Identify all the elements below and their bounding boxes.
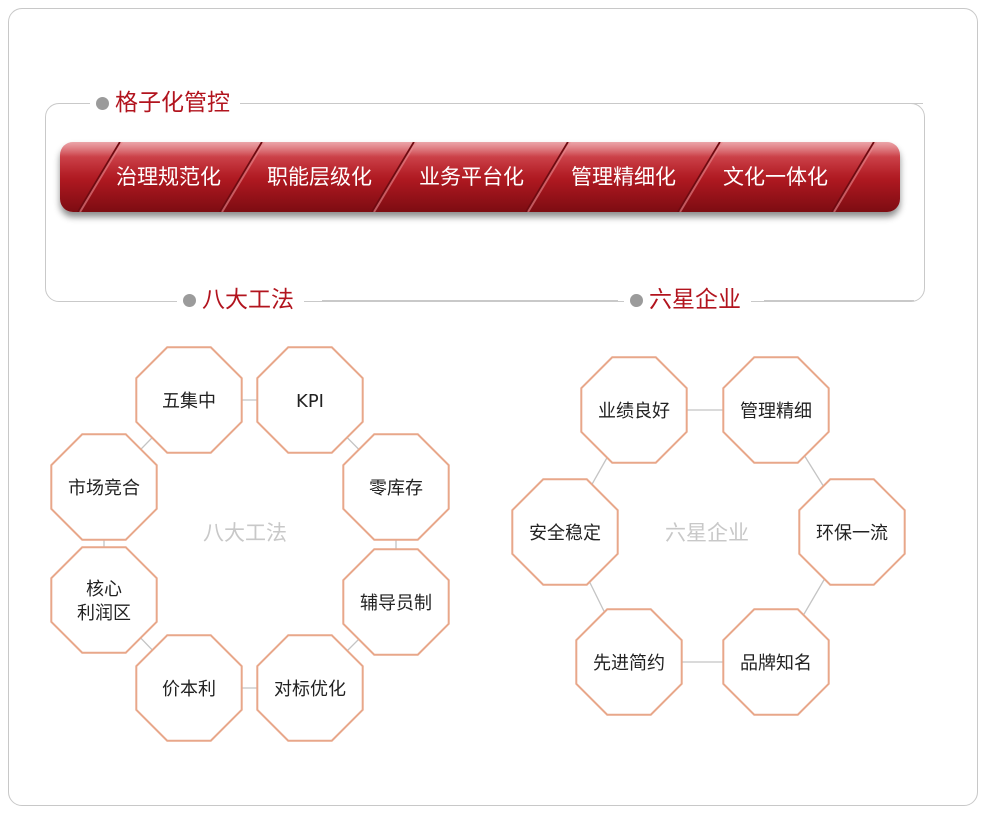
eight-methods-node: 价本利 (135, 634, 243, 742)
eight-methods-node-label: 价本利 (162, 679, 216, 700)
eight-methods-node-label: 利润区 (77, 603, 131, 624)
eight-methods-node: 零库存 (342, 433, 450, 541)
six-stars-node: 安全稳定 (511, 478, 619, 586)
six-stars-node-label: 业绩良好 (598, 401, 670, 422)
six-stars-node-label: 环保一流 (816, 523, 888, 544)
eight-methods-node-label: 五集中 (162, 391, 216, 412)
six-stars-node: 环保一流 (798, 478, 906, 586)
eight-methods-node: 五集中 (135, 346, 243, 454)
eight-methods-node-label: 市场竞合 (68, 478, 140, 499)
eight-methods-octagon-shape (50, 546, 158, 654)
eight-methods-node-label: 核心 (86, 579, 122, 600)
eight-methods-node-label: KPI (296, 391, 324, 412)
eight-methods-node-label: 辅导员制 (360, 593, 432, 614)
eight-methods-node: 对标优化 (256, 634, 364, 742)
eight-methods-node: 辅导员制 (342, 548, 450, 656)
six-stars-node: 管理精细 (722, 356, 830, 464)
six-stars-node: 先进简约 (575, 608, 683, 716)
eight-methods-node-label: 对标优化 (274, 679, 346, 700)
eight-methods-node: KPI (256, 346, 364, 454)
eight-methods-node-label: 零库存 (369, 478, 423, 499)
six-stars-node: 业绩良好 (580, 356, 688, 464)
six-stars-node-label: 先进简约 (593, 653, 665, 674)
six-stars-node-label: 管理精细 (740, 401, 812, 422)
eight-methods-center-label: 八大工法 (203, 521, 287, 545)
six-stars-center-label: 六星企业 (665, 521, 749, 545)
eight-methods-node: 核心利润区 (50, 546, 158, 654)
cycle-diagrams: 五集中 KPI 零库存辅导员制对标优化 价本利 核心利润区 市场竞合 业绩良好 管理精细环保一… (50, 346, 906, 742)
eight-methods-node: 市场竞合 (50, 433, 158, 541)
six-stars-node: 品牌知名 (722, 608, 830, 716)
six-stars-node-label: 安全稳定 (529, 523, 601, 544)
six-stars-node-label: 品牌知名 (740, 653, 812, 674)
